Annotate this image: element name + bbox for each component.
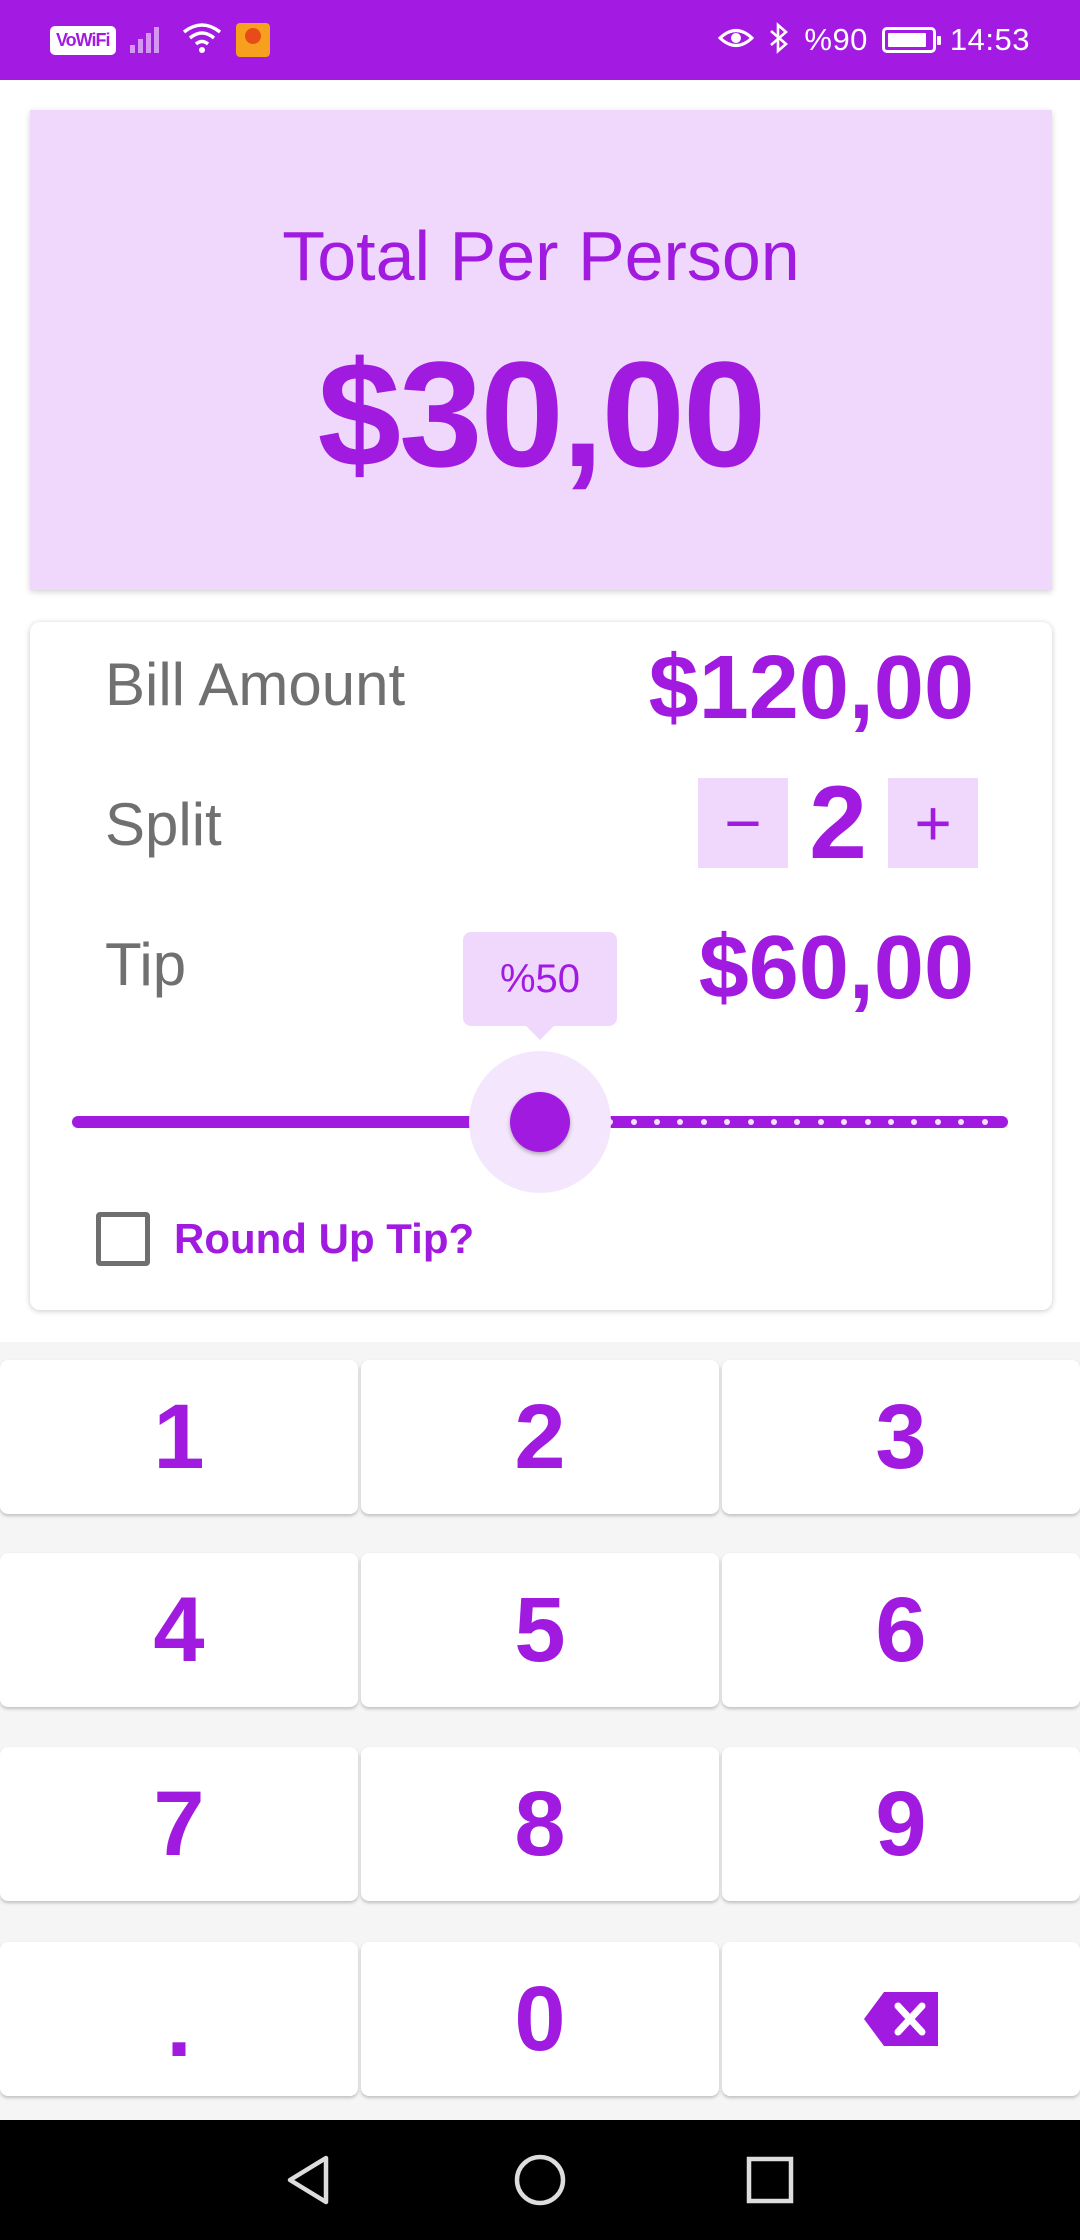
split-decrement-button[interactable]: − [698, 778, 788, 868]
split-count: 2 [809, 764, 867, 881]
key-3[interactable]: 3 [722, 1360, 1080, 1514]
split-increment-button[interactable]: + [888, 778, 978, 868]
backspace-icon [864, 1992, 938, 2046]
bill-details-card: Bill Amount $120,00 Split − 2 + Tip $60,… [30, 622, 1052, 1310]
app-notification-icon [235, 23, 270, 57]
home-circle-icon [514, 2154, 566, 2206]
key-8[interactable]: 8 [361, 1747, 719, 1901]
system-navigation-bar [0, 2120, 1080, 2240]
bill-amount-value: $120,00 [648, 638, 974, 738]
slider-tick-dot [747, 1119, 754, 1125]
recents-button[interactable] [740, 2150, 800, 2210]
slider-tick-dot [630, 1119, 637, 1125]
battery-percent: %90 [804, 22, 868, 57]
home-button[interactable] [510, 2150, 570, 2210]
slider-tick-dot [934, 1119, 941, 1125]
total-per-person-value: $30,00 [317, 330, 767, 498]
slider-tick-dot [841, 1119, 848, 1125]
round-up-tip-label: Round Up Tip? [174, 1215, 475, 1262]
slider-tick-dot [911, 1119, 918, 1125]
status-bar: VoWiFi %90 14:53 [0, 0, 1080, 80]
key-9[interactable]: 9 [722, 1747, 1080, 1901]
slider-tick-dot [817, 1119, 824, 1125]
key-7[interactable]: 7 [0, 1747, 358, 1901]
slider-tick-dot [724, 1119, 731, 1125]
slider-tick-dot [771, 1119, 777, 1125]
vowifi-icon: VoWiFi [50, 25, 116, 55]
key-4[interactable]: 4 [0, 1553, 358, 1707]
split-stepper: − 2 + [698, 765, 978, 881]
key-6[interactable]: 6 [722, 1553, 1080, 1707]
battery-icon [881, 27, 941, 53]
clock: 14:53 [949, 22, 1030, 57]
key-backspace[interactable] [722, 1942, 1080, 2096]
eye-icon [718, 25, 755, 56]
slider-tick-dot [981, 1119, 988, 1125]
back-triangle-icon [287, 2155, 329, 2205]
key-0[interactable]: 0 [361, 1942, 719, 2096]
slider-tick-dot [700, 1119, 707, 1125]
tip-percent-tooltip: %50 [463, 932, 617, 1040]
tip-amount-value: $60,00 [698, 918, 974, 1018]
round-up-checkbox[interactable] [96, 1212, 150, 1266]
slider-tick-dot [864, 1119, 871, 1125]
key-2[interactable]: 2 [361, 1360, 719, 1514]
recents-square-icon [746, 2156, 794, 2204]
total-per-person-label: Total Per Person [282, 217, 800, 295]
bill-amount-label: Bill Amount [105, 651, 406, 718]
signal-icon [129, 23, 168, 58]
back-button[interactable] [280, 2150, 340, 2210]
split-label: Split [105, 791, 222, 858]
slider-tick-dot [677, 1119, 684, 1125]
slider-tick-dot [958, 1119, 965, 1125]
slider-thumb[interactable] [510, 1092, 570, 1152]
wifi-icon [182, 22, 222, 59]
status-left: VoWiFi [50, 22, 270, 59]
tip-percent-slider[interactable]: %50 [72, 932, 1008, 1193]
round-up-tip-toggle[interactable]: Round Up Tip? [96, 1212, 474, 1266]
status-right: %90 14:53 [718, 21, 1030, 59]
slider-tick-dot [794, 1119, 801, 1125]
bluetooth-icon [768, 21, 790, 59]
slider-tick-dot [888, 1119, 894, 1125]
key-decimal[interactable]: . [0, 1942, 358, 2096]
tip-label: Tip [105, 931, 187, 998]
total-per-person-card: Total Per Person $30,00 [30, 110, 1052, 590]
key-5[interactable]: 5 [361, 1553, 719, 1707]
slider-tick-dot [654, 1119, 660, 1125]
key-1[interactable]: 1 [0, 1360, 358, 1514]
